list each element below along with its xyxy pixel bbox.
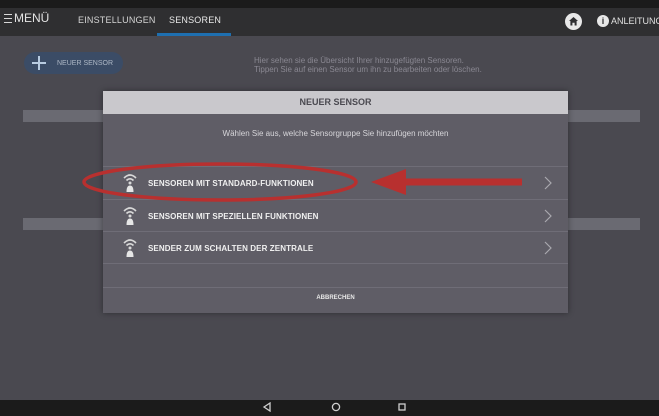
option-central-transmitter[interactable]: SENDER ZUM SCHALTEN DER ZENTRALE (103, 232, 568, 264)
dialog-title: NEUER SENSOR (299, 97, 372, 107)
wireless-sensor-icon (123, 174, 137, 192)
hint-line-2: Tippen Sie auf einen Sensor um ihn zu be… (254, 65, 482, 74)
option-label: SENDER ZUM SCHALTEN DER ZENTRALE (148, 244, 314, 253)
option-label: SENSOREN MIT STANDARD-FUNKTIONEN (148, 179, 314, 188)
top-bar: MENÜ EINSTELLUNGEN SENSOREN i ANLEITUNG (0, 8, 659, 36)
plus-icon (32, 56, 46, 70)
sensor-list-item (23, 110, 105, 122)
tab-sensoren[interactable]: SENSOREN (169, 15, 221, 25)
back-icon[interactable] (262, 402, 272, 412)
new-sensor-dialog: NEUER SENSOR Wählen Sie aus, welche Sens… (103, 91, 568, 313)
tab-einstellungen[interactable]: EINSTELLUNGEN (78, 15, 156, 25)
home-icon[interactable] (565, 13, 582, 30)
tablet-screen: MENÜ EINSTELLUNGEN SENSOREN i ANLEITUNG … (0, 0, 659, 416)
hint-text: Hier sehen sie die Übersicht Ihrer hinzu… (254, 56, 482, 74)
info-icon[interactable]: i (597, 15, 609, 27)
option-special-functions[interactable]: SENSOREN MIT SPEZIELLEN FUNKTIONEN (103, 200, 568, 232)
option-standard-functions[interactable]: SENSOREN MIT STANDARD-FUNKTIONEN (103, 167, 568, 199)
chevron-right-icon (544, 209, 552, 223)
dialog-header: NEUER SENSOR (103, 91, 568, 114)
menu-button[interactable]: MENÜ (4, 11, 49, 25)
home-nav-icon[interactable] (331, 402, 341, 412)
hamburger-icon (4, 13, 12, 23)
chevron-right-icon (544, 241, 552, 255)
recents-icon[interactable] (397, 402, 407, 412)
help-label[interactable]: ANLEITUNG (611, 16, 659, 26)
chevron-right-icon (544, 176, 552, 190)
android-nav-bar (0, 400, 659, 416)
option-label: SENSOREN MIT SPEZIELLEN FUNKTIONEN (148, 212, 319, 221)
menu-label: MENÜ (14, 11, 50, 25)
wireless-sensor-icon (123, 207, 137, 225)
sensor-list-item (567, 110, 640, 122)
dialog-subtitle: Wählen Sie aus, welche Sensorgruppe Sie … (222, 129, 449, 138)
divider (103, 263, 568, 264)
hint-line-1: Hier sehen sie die Übersicht Ihrer hinzu… (254, 56, 464, 65)
wireless-sensor-icon (123, 239, 137, 257)
sensor-list-item (23, 218, 105, 230)
new-sensor-label: NEUER SENSOR (57, 59, 114, 67)
sensor-list-item (567, 218, 640, 230)
divider (103, 287, 568, 288)
cancel-button[interactable]: ABBRECHEN (103, 295, 568, 301)
new-sensor-button[interactable]: NEUER SENSOR (24, 52, 123, 74)
